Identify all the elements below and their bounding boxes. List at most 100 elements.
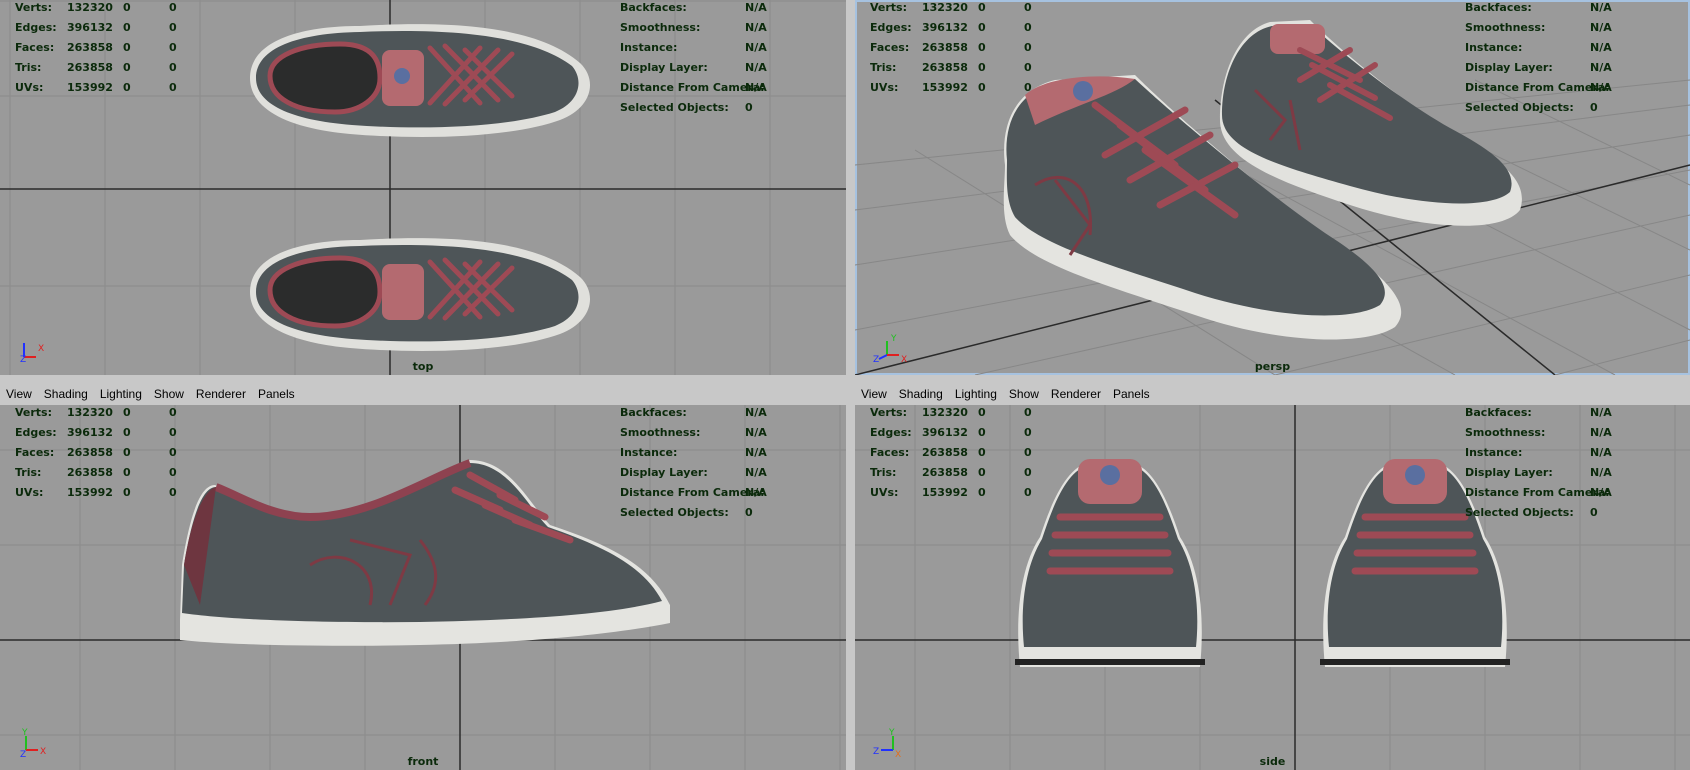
- detail-label: Backfaces:: [1465, 1, 1532, 14]
- stat-row: Tris: 263858 0 0: [870, 463, 1040, 483]
- menu-panels[interactable]: Panels: [1107, 387, 1156, 401]
- stat-a: 0: [978, 41, 986, 54]
- stat-row: Tris: 263858 0 0: [15, 58, 185, 78]
- detail-value: N/A: [745, 41, 767, 54]
- detail-value: N/A: [745, 486, 767, 499]
- detail-row: Backfaces: N/A: [1465, 0, 1665, 18]
- detail-row: Backfaces: N/A: [620, 0, 820, 18]
- shoe-top-view-1[interactable]: [240, 8, 600, 143]
- stat-row: Edges: 396132 0 0: [15, 18, 185, 38]
- stat-row: UVs: 153992 0 0: [870, 483, 1040, 503]
- stat-b: 0: [1024, 21, 1032, 34]
- stat-row: UVs: 153992 0 0: [15, 78, 185, 98]
- stat-label: UVs:: [15, 486, 44, 499]
- detail-label: Selected Objects:: [1465, 101, 1574, 114]
- stat-label: Verts:: [870, 1, 908, 14]
- viewport-front[interactable]: View Shading Lighting Show Renderer Panels Ve…: [0, 383, 846, 770]
- menu-lighting[interactable]: Lighting: [949, 387, 1003, 401]
- stat-row: Tris: 263858 0 0: [870, 58, 1040, 78]
- stat-row: Edges: 396132 0 0: [870, 423, 1040, 443]
- detail-label: Distance From Camera:: [620, 486, 765, 499]
- stat-b: 0: [169, 406, 177, 419]
- viewport-top[interactable]: Verts: 132320 0 0 Edges: 396132 0 0 Faces: 263858…: [0, 0, 846, 375]
- menu-view[interactable]: View: [0, 387, 38, 401]
- viewport-side-canvas[interactable]: Verts: 132320 0 0 Edges: 396132 0 0 Faces: 263858…: [855, 405, 1690, 770]
- stat-row: Faces: 263858 0 0: [15, 38, 185, 58]
- detail-row: Selected Objects: 0: [620, 503, 820, 523]
- detail-value: N/A: [1590, 61, 1612, 74]
- stat-a: 0: [123, 466, 131, 479]
- detail-value: N/A: [745, 426, 767, 439]
- stat-v: 132320: [922, 406, 968, 419]
- stat-label: Verts:: [15, 406, 53, 419]
- detail-label: Display Layer:: [620, 61, 708, 74]
- panel-menubar: View Shading Lighting Show Renderer Panels: [855, 383, 1690, 405]
- stat-label: Edges:: [15, 426, 57, 439]
- detail-row: Selected Objects: 0: [1465, 503, 1665, 523]
- stat-a: 0: [123, 406, 131, 419]
- stat-a: 0: [123, 426, 131, 439]
- detail-row: Display Layer: N/A: [620, 58, 820, 78]
- menu-shading[interactable]: Shading: [893, 387, 949, 401]
- stat-b: 0: [1024, 61, 1032, 74]
- detail-value: N/A: [1590, 81, 1612, 94]
- object-details-hud: Backfaces: N/A Smoothness: N/A Instance: N/A D…: [1465, 405, 1665, 523]
- svg-text:Y: Y: [21, 728, 28, 738]
- detail-label: Display Layer:: [1465, 466, 1553, 479]
- stat-row: Edges: 396132 0 0: [15, 423, 185, 443]
- camera-label: side: [1259, 755, 1286, 768]
- detail-value: 0: [745, 101, 753, 114]
- stat-v: 132320: [922, 1, 968, 14]
- detail-label: Smoothness:: [620, 21, 701, 34]
- detail-value: N/A: [745, 81, 767, 94]
- stat-row: Faces: 263858 0 0: [15, 443, 185, 463]
- detail-row: Backfaces: N/A: [620, 405, 820, 423]
- menu-renderer[interactable]: Renderer: [1045, 387, 1107, 401]
- detail-value: N/A: [1590, 466, 1612, 479]
- stat-label: Edges:: [870, 21, 912, 34]
- stat-b: 0: [169, 41, 177, 54]
- stat-label: Tris:: [15, 61, 42, 74]
- stat-a: 0: [123, 41, 131, 54]
- stat-v: 263858: [67, 466, 113, 479]
- stat-b: 0: [169, 1, 177, 14]
- menu-renderer[interactable]: Renderer: [190, 387, 252, 401]
- shoe-top-view-2[interactable]: [240, 222, 600, 357]
- detail-label: Distance From Camera:: [620, 81, 765, 94]
- detail-label: Instance:: [1465, 446, 1523, 459]
- stat-b: 0: [1024, 446, 1032, 459]
- axis-indicator: Z X: [20, 343, 44, 363]
- stat-label: Tris:: [870, 466, 897, 479]
- stat-a: 0: [123, 61, 131, 74]
- detail-label: Smoothness:: [1465, 21, 1546, 34]
- stat-v: 396132: [67, 21, 113, 34]
- detail-label: Distance From Camera:: [1465, 486, 1610, 499]
- menu-shading[interactable]: Shading: [38, 387, 94, 401]
- detail-value: N/A: [745, 61, 767, 74]
- stat-a: 0: [123, 486, 131, 499]
- shoe-persp-front[interactable]: [995, 65, 1415, 345]
- menu-show[interactable]: Show: [148, 387, 190, 401]
- svg-text:X: X: [38, 344, 44, 354]
- detail-row: Distance From Camera: N/A: [1465, 483, 1665, 503]
- viewport-persp[interactable]: Verts: 132320 0 0 Edges: 396132 0 0 Faces: 263858…: [855, 0, 1690, 375]
- viewport-persp-canvas[interactable]: Verts: 132320 0 0 Edges: 396132 0 0 Faces: 263858…: [855, 0, 1690, 375]
- viewport-front-canvas[interactable]: Verts: 132320 0 0 Edges: 396132 0 0 Faces: 263858…: [0, 405, 846, 770]
- menu-view[interactable]: View: [855, 387, 893, 401]
- stat-label: Faces:: [870, 41, 910, 54]
- shoe-side-view-1[interactable]: [1010, 447, 1210, 672]
- viewport-top-canvas[interactable]: Verts: 132320 0 0 Edges: 396132 0 0 Faces: 263858…: [0, 0, 846, 375]
- stat-label: Verts:: [870, 406, 908, 419]
- detail-label: Instance:: [1465, 41, 1523, 54]
- menu-lighting[interactable]: Lighting: [94, 387, 148, 401]
- detail-value: N/A: [1590, 486, 1612, 499]
- menu-show[interactable]: Show: [1003, 387, 1045, 401]
- menu-panels[interactable]: Panels: [252, 387, 301, 401]
- object-details-hud: Backfaces: N/A Smoothness: N/A Instance: N/A D…: [620, 0, 820, 118]
- stat-v: 263858: [67, 41, 113, 54]
- stat-v: 263858: [67, 446, 113, 459]
- shoe-front-view[interactable]: [170, 455, 680, 655]
- viewport-side[interactable]: View Shading Lighting Show Renderer Panels: [855, 383, 1690, 770]
- detail-row: Distance From Camera: N/A: [620, 78, 820, 98]
- stat-label: Faces:: [15, 41, 55, 54]
